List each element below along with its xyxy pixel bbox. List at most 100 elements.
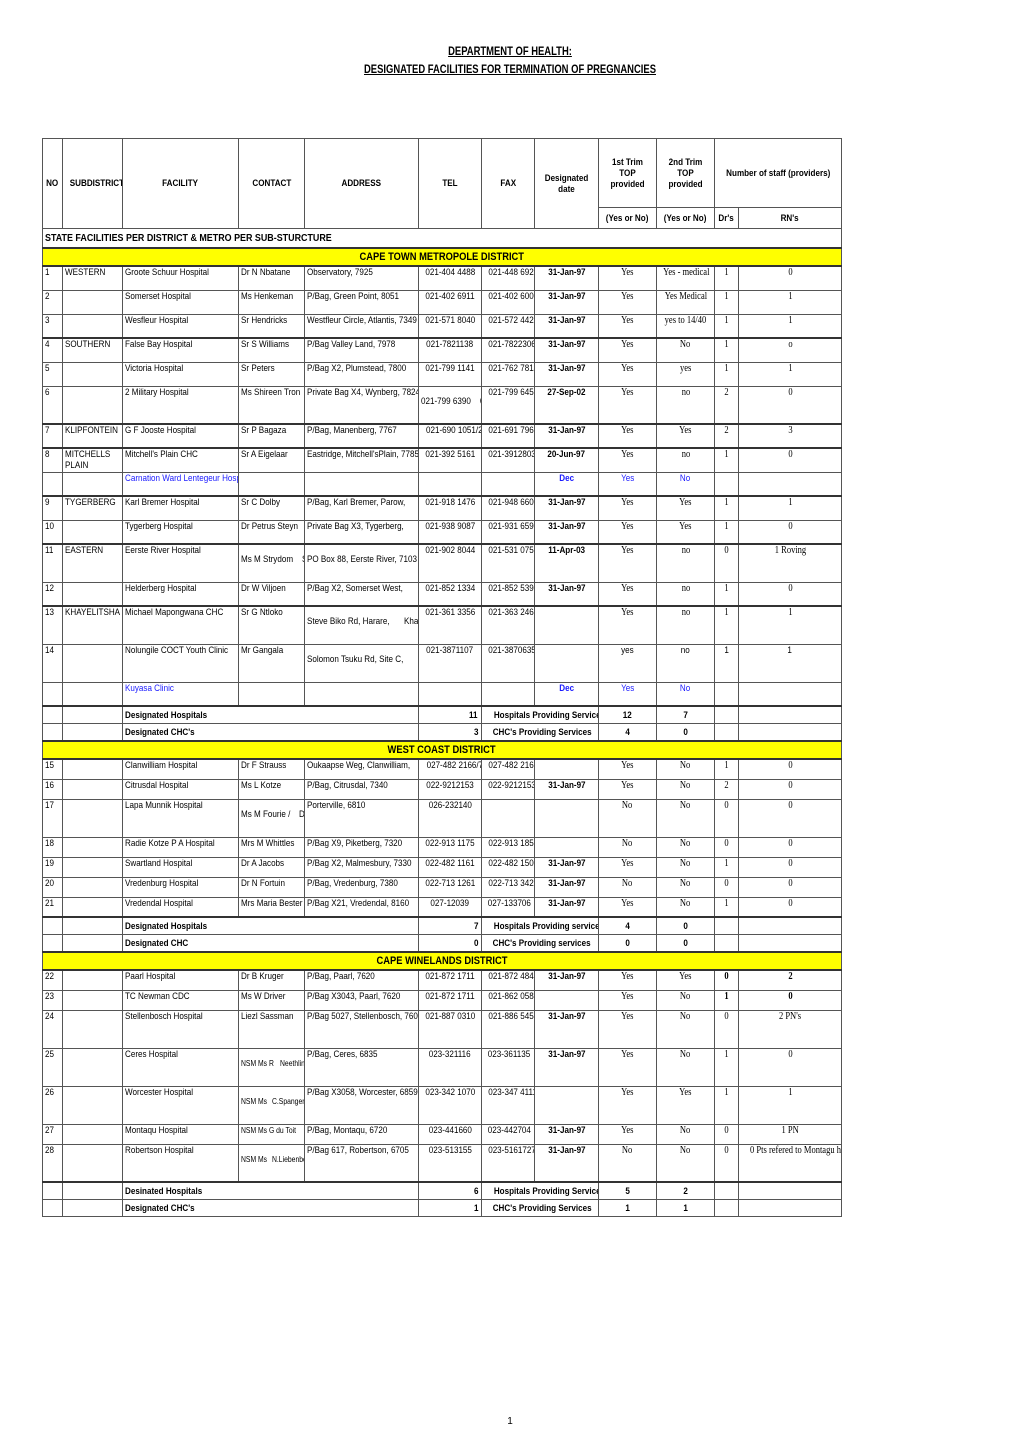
row-contact: Liezl Sassman [238, 1009, 305, 1049]
row-fax: 021-862 0584 [481, 989, 535, 1011]
row-drs: 0 [714, 876, 739, 898]
summary-service-label: Hospitals Providing services [481, 916, 599, 935]
row-facility: Ceres Hospital [122, 1047, 239, 1087]
table-row: 16 Citrusdal Hospital Ms L Kotze P/Bag, Cit… [42, 778, 842, 800]
row-facility: Groote Schuur Hospital [122, 265, 239, 291]
row-designated-date: 11-Apr-03 [534, 543, 599, 583]
row-facility: Worcester Hospital [122, 1085, 239, 1125]
row-facility: Vredendal Hospital [122, 896, 239, 918]
summary-blank-sub [62, 1199, 123, 1217]
table-row: 14 Nolungile COCT Youth Clinic Mr Gangala S… [42, 643, 842, 683]
row-trim1: Yes [598, 423, 657, 449]
row-trim1: yes [598, 643, 657, 683]
document-title-line1: DEPARTMENT OF HEALTH: [448, 46, 572, 58]
row-no: 19 [42, 856, 63, 878]
row-address: P/Bag, Manenberg, 7767 [304, 423, 419, 449]
row-trim1: Yes [598, 989, 657, 1011]
row-tel: 023-342 1070 [418, 1085, 482, 1125]
row-trim1: Yes [598, 385, 657, 425]
section-title: STATE FACILITIES PER DISTRICT & METRO PE… [42, 228, 842, 249]
row-drs: 1 [714, 289, 739, 315]
row-trim2: No [656, 876, 715, 898]
table-row: 9 TYGERBERG Karl Bremer Hospital Sr C Dolby… [42, 495, 842, 521]
table-row: 1 WESTERN Groote Schuur Hospital Dr N Nbata… [42, 265, 842, 291]
summary-blank-drs [714, 1181, 739, 1200]
row-facility: Somerset Hospital [122, 289, 239, 315]
row-fax: 021-363 2464 [481, 605, 535, 645]
row-trim1: Yes [598, 313, 657, 339]
row-trim1: No [598, 1143, 657, 1183]
row-no: 15 [42, 758, 63, 780]
district-header: CAPE TOWN METROPOLE DISTRICT [42, 247, 842, 267]
row-no: 20 [42, 876, 63, 898]
row-no: 14 [42, 643, 63, 683]
row-contact: Mrs Maria Bester [238, 896, 305, 918]
row-designated-date: 31-Jan-97 [534, 1123, 599, 1145]
row-facility: Vredenburg Hospital [122, 876, 239, 898]
row-rns: 1 PN [738, 1123, 842, 1145]
row-rns: 1 [738, 605, 842, 645]
row-fax: 021-531 0757 [481, 543, 535, 583]
row-drs: 0 [714, 969, 739, 991]
table-row: 21 Vredendal Hospital Mrs Maria Bester P/Ba… [42, 896, 842, 918]
row-rns: 1 [738, 643, 842, 683]
row-trim1: Yes [598, 1009, 657, 1049]
row-address: P/Bag, Ceres, 6835 [304, 1047, 419, 1087]
row-fax: 021-7822306 [481, 337, 535, 363]
row-trim2: yes [656, 361, 715, 387]
row-address: Steve Biko Rd, Harare,Khayelitsha, 7784 [304, 605, 419, 645]
row-trim1: Yes [598, 265, 657, 291]
row-rns: 0 [738, 989, 842, 1011]
row-trim1: Yes [598, 361, 657, 387]
row-address: Eastridge, Mitchell'sPlain, 7785 [304, 447, 419, 473]
row-tel: 021-402 6911 [418, 289, 482, 315]
row-trim2: No [656, 471, 715, 497]
row-address: Westfleur Circle, Atlantis, 7349 [304, 313, 419, 339]
row-address: Private Bag X3, Tygerberg, [304, 519, 419, 545]
row-trim1: Yes [598, 969, 657, 991]
table-row: 24 Stellenbosch Hospital Liezl Sassman P/Ba… [42, 1009, 842, 1049]
row-subdistrict [62, 313, 123, 339]
row-trim1: No [598, 798, 657, 838]
row-address: P/Bag, Citrusdal, 7340 [304, 778, 419, 800]
row-no: 23 [42, 989, 63, 1011]
row-contact: NSM Ms G du Toit [238, 1123, 305, 1145]
row-designated-date: 31-Jan-97 [534, 1009, 599, 1049]
summary-blank-rns [738, 723, 842, 742]
row-contact: Sr A Eigelaar [238, 447, 305, 473]
row-fax: 021-448 6921 [481, 265, 535, 291]
row-drs: 1 [714, 581, 739, 607]
row-subdistrict: KLIPFONTEIN [62, 423, 123, 449]
table-row: 26 Worcester HospitalNSM MsC.SpangenbergP… [42, 1085, 842, 1125]
row-rns: 0 [738, 856, 842, 878]
district-header: CAPE WINELANDS DISTRICT [42, 951, 842, 971]
row-subdistrict: SOUTHERN [62, 337, 123, 363]
row-tel: 021-918 1476 [418, 495, 482, 521]
row-tel [418, 681, 482, 707]
row-subdistrict [62, 1085, 123, 1125]
row-no: 10 [42, 519, 63, 545]
table-row: 22 Paarl Hospital Dr B Kruger P/Bag, Paarl,… [42, 969, 842, 991]
row-facility: Paarl Hospital [122, 969, 239, 991]
row-subdistrict [62, 289, 123, 315]
summary-blank-drs [714, 916, 739, 935]
row-designated-date [534, 605, 599, 645]
summary-count: 11 [418, 705, 482, 724]
row-tel: 021-690 1051/2 [418, 423, 482, 449]
row-contact: Sr S Williams [238, 337, 305, 363]
row-fax: 021-799 6459 [481, 385, 535, 425]
summary-trim1-count: 0 [598, 934, 657, 953]
row-tel: 021-872 1711 [418, 989, 482, 1011]
row-facility: Kuyasa Clinic [122, 681, 239, 707]
row-drs: 1 [714, 989, 739, 1011]
row-fax: 021-691 7962 [481, 423, 535, 449]
row-address [304, 471, 419, 497]
row-tel: 027-12039 [418, 896, 482, 918]
header-yes-no-1: (Yes or No) [598, 207, 657, 229]
row-trim1: Yes [598, 605, 657, 645]
row-subdistrict [62, 798, 123, 838]
summary-count: 6 [418, 1181, 482, 1200]
header-trim1: 1st Trim TOP provided [598, 138, 657, 208]
row-trim2: no [656, 543, 715, 583]
summary-trim1-count: 12 [598, 705, 657, 724]
